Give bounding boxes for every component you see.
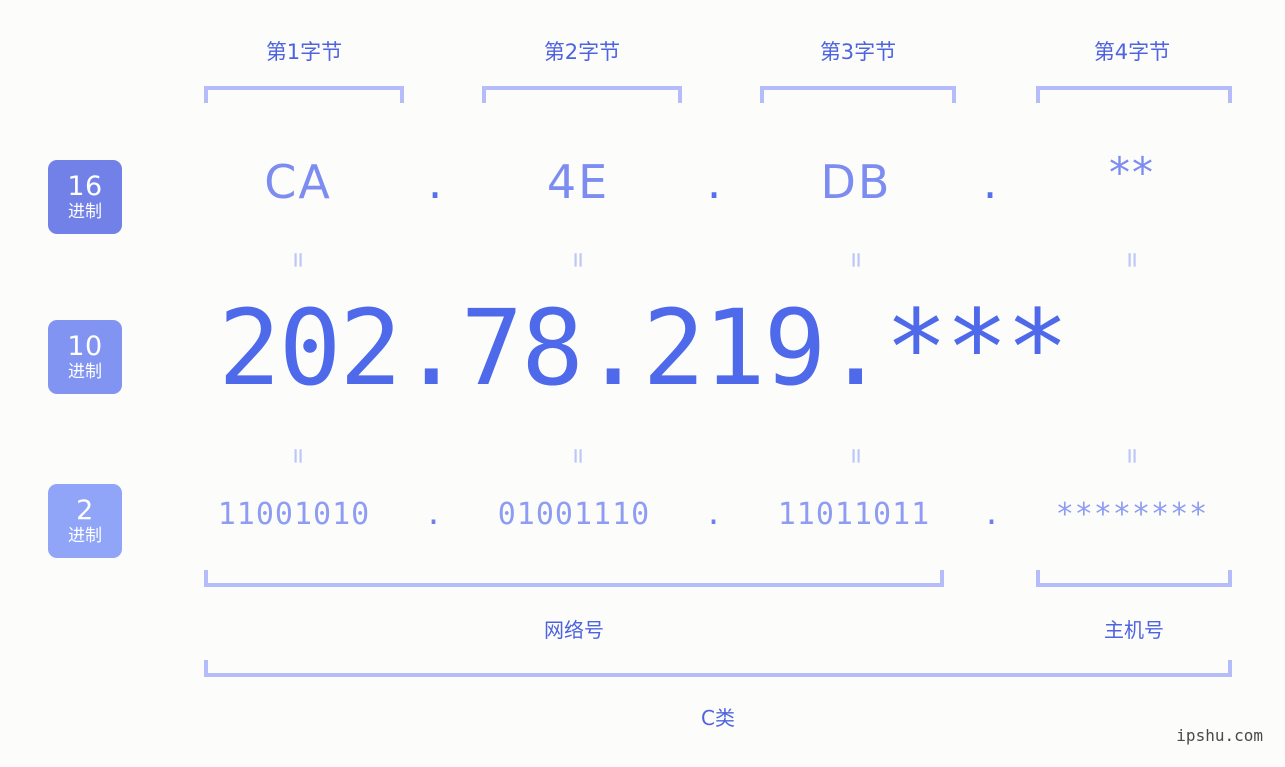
byte-header-1: 第1字节 (265, 40, 343, 64)
host-part-bracket (1036, 570, 1232, 587)
base-badge-hex: 16 进制 (48, 160, 122, 234)
decimal-byte-3: 219 (642, 287, 827, 409)
hex-separator-2: . (706, 155, 722, 209)
network-part-bracket (204, 570, 944, 587)
binary-separator-3: . (982, 497, 1002, 532)
decimal-ip-row: 202 . 78 . 219 . *** (0, 296, 1285, 416)
hex-separator-3: . (982, 155, 998, 209)
binary-separator-2: . (704, 497, 724, 532)
address-class-bracket (204, 660, 1232, 677)
byte-header-3: 第3字节 (819, 40, 897, 64)
base-badge-hex-suffix: 进制 (68, 202, 102, 222)
byte-header-2: 第2字节 (543, 40, 621, 64)
host-part-label: 主机号 (1104, 618, 1164, 642)
site-watermark: ipshu.com (1176, 726, 1263, 745)
binary-byte-2: 01001110 (497, 497, 651, 532)
byte-bracket-2 (482, 86, 682, 103)
byte-bracket-1 (204, 86, 404, 103)
binary-byte-4: ******** (1055, 497, 1209, 532)
byte-bracket-3 (760, 86, 956, 103)
network-part-label: 网络号 (544, 618, 604, 642)
binary-byte-1: 11001010 (217, 497, 371, 532)
binary-byte-3: 11011011 (777, 497, 931, 532)
decimal-separator-1: . (400, 287, 463, 409)
byte-bracket-4 (1036, 86, 1232, 103)
hex-separator-1: . (427, 155, 443, 209)
byte-header-4: 第4字节 (1093, 40, 1171, 64)
ip-breakdown-diagram: 第1字节 第2字节 第3字节 第4字节 16 进制 10 进制 2 进制 CA … (0, 0, 1285, 767)
binary-ip-row: 11001010 . 01001110 . 11011011 . *******… (0, 500, 1285, 546)
decimal-byte-4: *** (884, 287, 1069, 409)
base-badge-hex-number: 16 (67, 171, 103, 202)
address-class-label: C类 (701, 706, 735, 730)
binary-separator-1: . (424, 497, 444, 532)
